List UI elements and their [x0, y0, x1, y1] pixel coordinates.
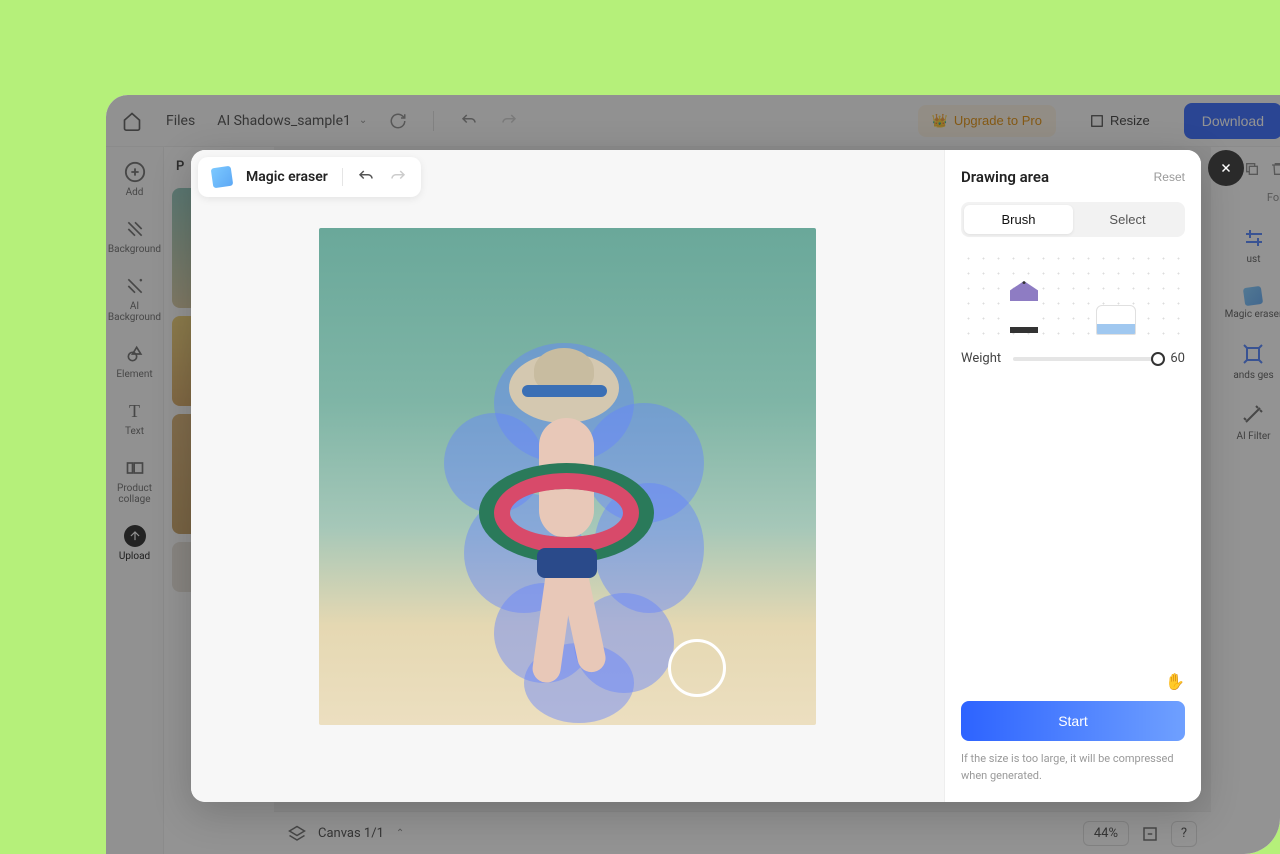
eraser-tool[interactable] [1096, 305, 1136, 335]
slider-thumb[interactable] [1151, 352, 1165, 366]
select-mode-button[interactable]: Select [1073, 205, 1182, 234]
reset-button[interactable]: Reset [1154, 170, 1185, 184]
divider [342, 168, 343, 186]
tool-icons-panel [961, 251, 1185, 335]
pencil-tool[interactable] [1010, 281, 1038, 333]
magic-eraser-modal: Magic eraser [191, 150, 1201, 802]
weight-label: Weight [961, 351, 1001, 366]
close-button[interactable] [1208, 150, 1244, 186]
magic-eraser-icon [211, 166, 234, 189]
tool-pill: Magic eraser [198, 157, 421, 197]
brush-mask [464, 343, 704, 713]
mode-segment: Brush Select [961, 202, 1185, 237]
brush-cursor [668, 639, 726, 697]
undo-icon[interactable] [357, 168, 375, 186]
modal-sidebar: Drawing area Reset Brush Select Weight 6… [944, 150, 1201, 802]
start-button[interactable]: Start [961, 701, 1185, 741]
modal-canvas-area: Magic eraser [191, 150, 944, 802]
hand-cursor-icon: ✋ [1165, 672, 1185, 691]
hint-text: If the size is too large, it will be com… [961, 751, 1185, 784]
weight-value: 60 [1170, 351, 1185, 366]
close-icon [1219, 161, 1233, 175]
tool-name: Magic eraser [246, 169, 328, 185]
brush-mode-button[interactable]: Brush [964, 205, 1073, 234]
weight-slider[interactable] [1013, 357, 1158, 361]
drawing-area-title: Drawing area [961, 168, 1049, 186]
canvas-image[interactable] [319, 228, 816, 725]
redo-icon[interactable] [389, 168, 407, 186]
